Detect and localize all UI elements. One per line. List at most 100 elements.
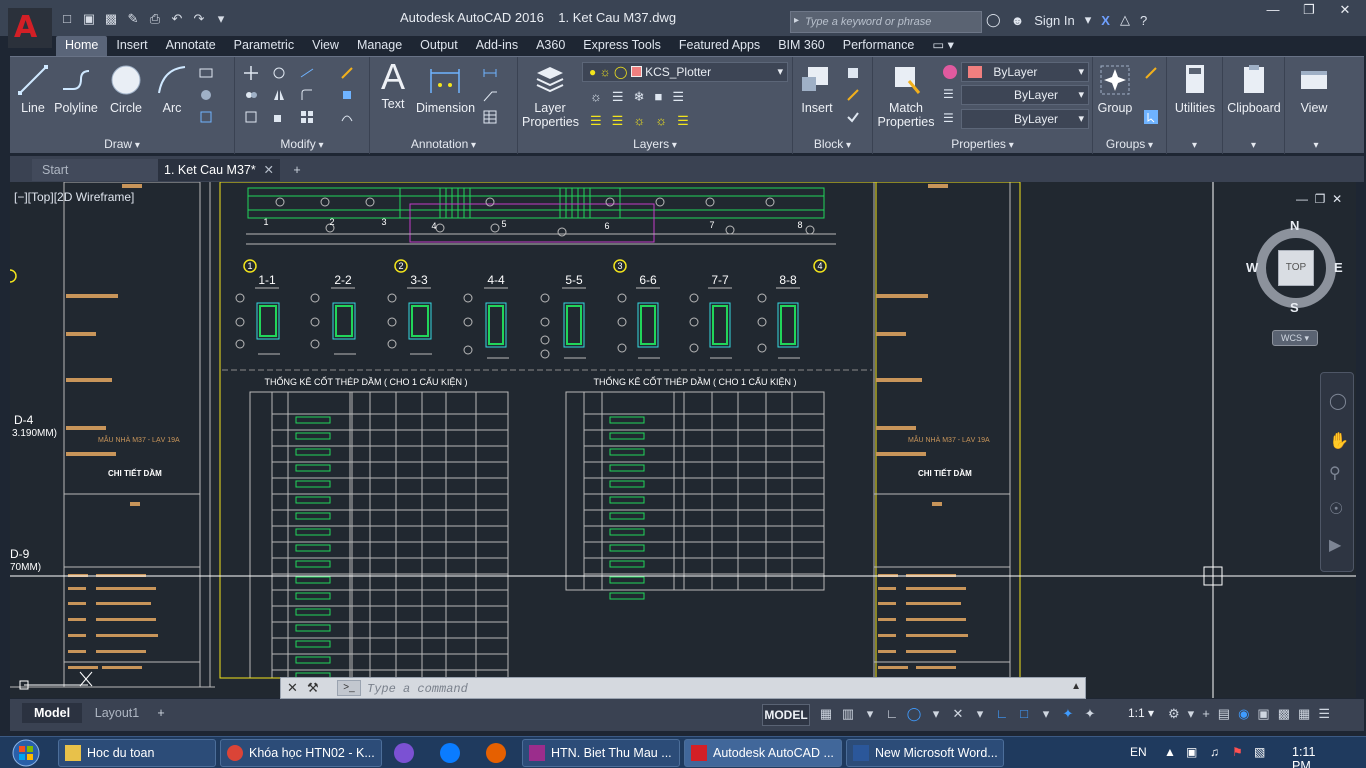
- stretch-icon[interactable]: [243, 109, 259, 125]
- workspace-gear-icon[interactable]: ⚙: [1168, 706, 1180, 722]
- file-tab-start[interactable]: Start: [32, 159, 162, 181]
- command-line-customize-icon[interactable]: ⚒: [307, 680, 319, 696]
- tab-view[interactable]: View: [303, 36, 348, 56]
- tab-bim360[interactable]: BIM 360: [769, 36, 834, 56]
- copy-icon[interactable]: [243, 87, 259, 103]
- restore-icon[interactable]: ❐: [1294, 2, 1324, 22]
- utilities-expand[interactable]: [1167, 140, 1222, 151]
- compass-north[interactable]: N: [1290, 218, 1299, 233]
- arc-button[interactable]: Arc: [152, 63, 192, 115]
- viewport-restore-icon[interactable]: ❐: [1311, 192, 1328, 206]
- firefox-icon[interactable]: [486, 743, 506, 763]
- new-tab-button[interactable]: +: [288, 159, 306, 181]
- tab-parametric[interactable]: Parametric: [225, 36, 303, 56]
- layer-thaw-icon[interactable]: ☼: [633, 113, 645, 129]
- layer-lock-icon[interactable]: ■: [654, 89, 662, 105]
- command-line-close-icon[interactable]: ✕: [287, 680, 298, 696]
- search-expand-icon[interactable]: ▸: [794, 15, 799, 26]
- rectangle-icon[interactable]: [198, 65, 214, 81]
- layer-current-icon[interactable]: ☰: [590, 113, 602, 129]
- wcs-menu[interactable]: WCS ▾: [1272, 330, 1318, 346]
- create-block-icon[interactable]: [845, 65, 861, 81]
- compass-west[interactable]: W: [1246, 260, 1258, 275]
- new-layout-button[interactable]: +: [152, 703, 170, 723]
- viewcube-top-face[interactable]: TOP: [1278, 250, 1314, 286]
- table-icon[interactable]: [482, 109, 498, 125]
- annotation-monitor-icon[interactable]: +: [1202, 706, 1210, 722]
- snap-dropdown-icon[interactable]: ▾: [862, 705, 878, 723]
- layer-isolate-icon[interactable]: ☰: [612, 89, 624, 105]
- ungroup-icon[interactable]: [1143, 65, 1159, 81]
- object-snap-tracking-icon[interactable]: ∟: [994, 705, 1010, 723]
- hardware-acceleration-icon[interactable]: ▩: [1278, 706, 1290, 722]
- annotation-scale[interactable]: 1:1 ▾: [1128, 706, 1154, 720]
- zoom-extents-icon[interactable]: ⚲: [1329, 463, 1341, 483]
- redo-icon[interactable]: ↷: [190, 10, 208, 28]
- polyline-button[interactable]: Polyline: [52, 63, 100, 115]
- close-icon[interactable]: ✕: [1330, 2, 1360, 22]
- exchange-apps-icon[interactable]: X: [1101, 13, 1110, 28]
- circle-button[interactable]: Circle: [106, 63, 146, 115]
- workspace-dropdown-icon[interactable]: ▾: [1188, 706, 1195, 722]
- object-snap-icon[interactable]: □: [1016, 705, 1032, 723]
- boundary-icon[interactable]: [198, 109, 214, 125]
- clipboard-expand[interactable]: [1223, 140, 1284, 151]
- mirror-icon[interactable]: [271, 87, 287, 103]
- network-icon[interactable]: ▧: [1254, 745, 1265, 759]
- a360-icon[interactable]: △: [1120, 12, 1130, 28]
- attribute-icon[interactable]: [845, 109, 861, 125]
- layers-panel-title[interactable]: Layers: [518, 137, 792, 151]
- viber-icon[interactable]: [394, 743, 414, 763]
- offset-icon[interactable]: [339, 109, 355, 125]
- view-button[interactable]: View: [1289, 63, 1339, 115]
- file-tab-document[interactable]: 1. Ket Cau M37* ✕: [158, 159, 280, 181]
- plot-icon[interactable]: ⎙: [146, 10, 164, 28]
- compass-east[interactable]: E: [1334, 260, 1343, 275]
- close-tab-icon[interactable]: ✕: [264, 159, 274, 181]
- rotate-icon[interactable]: [271, 65, 287, 81]
- volume-icon[interactable]: ♫: [1210, 745, 1219, 759]
- edit-block-icon[interactable]: [845, 87, 861, 103]
- annotation-visibility-icon[interactable]: ✦: [1060, 705, 1076, 723]
- tab-performance[interactable]: Performance: [834, 36, 924, 56]
- annotation-panel-title[interactable]: Annotation: [370, 137, 517, 151]
- pan-icon[interactable]: ✋: [1329, 431, 1349, 451]
- dimension-button[interactable]: Dimension: [416, 63, 475, 115]
- compass-south[interactable]: S: [1290, 300, 1299, 315]
- tray-expand-icon[interactable]: ▲: [1164, 745, 1176, 759]
- model-space-button[interactable]: MODEL: [762, 704, 810, 726]
- command-history-icon[interactable]: ▲: [1071, 681, 1081, 692]
- polar-icon[interactable]: ◯: [906, 705, 922, 723]
- tab-insert[interactable]: Insert: [107, 36, 156, 56]
- units-icon[interactable]: ▤: [1218, 706, 1230, 722]
- tab-express-tools[interactable]: Express Tools: [574, 36, 670, 56]
- language-indicator[interactable]: EN: [1130, 745, 1147, 759]
- modify-panel-title[interactable]: Modify: [235, 137, 369, 151]
- viewport-controls-label[interactable]: [−][Top][2D Wireframe]: [14, 190, 134, 204]
- object-snap-dropdown-icon[interactable]: ▾: [1038, 705, 1054, 723]
- showmotion-icon[interactable]: ▶: [1329, 535, 1341, 555]
- taskbar-item-word[interactable]: New Microsoft Word...: [846, 739, 1004, 767]
- array-icon[interactable]: [299, 109, 315, 125]
- explode-icon[interactable]: [339, 87, 355, 103]
- properties-panel-title[interactable]: Properties: [873, 137, 1092, 151]
- binoculars-icon[interactable]: ◯: [986, 12, 1001, 28]
- viewport-close-icon[interactable]: ✕: [1332, 192, 1342, 206]
- hatch-icon[interactable]: [198, 87, 214, 103]
- command-input[interactable]: [367, 681, 1047, 697]
- help-icon[interactable]: ?: [1140, 13, 1147, 28]
- view-expand[interactable]: [1285, 140, 1347, 151]
- clock[interactable]: 1:11 PM: [1292, 745, 1315, 768]
- isodraft-icon[interactable]: ✕: [950, 705, 966, 723]
- text-button[interactable]: A Text: [374, 59, 412, 112]
- match-properties-button[interactable]: Match Properties: [877, 63, 935, 129]
- leader-icon[interactable]: [482, 87, 498, 103]
- lock-ui-icon[interactable]: ▣: [1257, 706, 1269, 722]
- trim-icon[interactable]: [299, 65, 315, 81]
- clean-screen-icon[interactable]: ▦: [1298, 706, 1310, 722]
- fillet-icon[interactable]: [299, 87, 315, 103]
- isodraft-dropdown-icon[interactable]: ▾: [972, 705, 988, 723]
- layer-freeze-icon[interactable]: ❄: [634, 89, 645, 105]
- tray-app-icon[interactable]: ▣: [1186, 745, 1197, 759]
- polar-dropdown-icon[interactable]: ▾: [928, 705, 944, 723]
